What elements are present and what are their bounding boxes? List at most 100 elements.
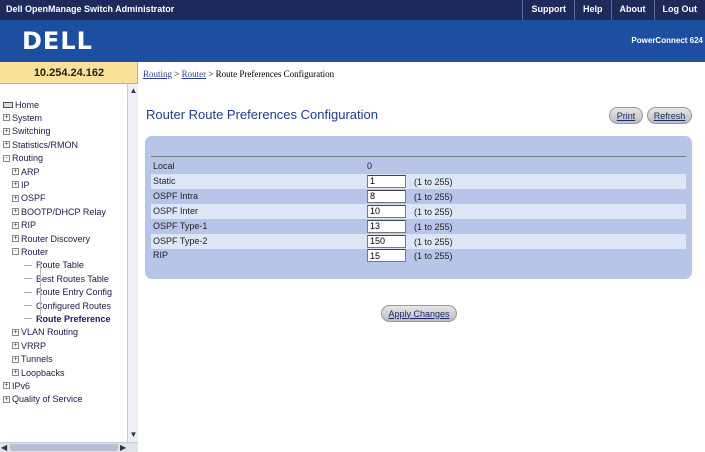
apply-changes-button[interactable]: Apply Changes [381,305,457,322]
sidebar-item-label: RIP [21,220,37,231]
breadcrumb-current: Route Preferences Configuration [215,69,335,79]
sidebar-vertical-scrollbar[interactable]: ▲ ▼ [127,84,138,442]
expand-icon[interactable]: + [12,355,19,363]
expand-icon[interactable]: + [12,235,19,242]
sidebar-item-route-entry-config[interactable]: Route Entry Config [24,286,112,299]
expand-icon[interactable]: + [12,221,19,229]
pref-label: RIP [153,250,169,261]
page-title: Router Route Preferences Configuration [146,107,378,122]
range-hint: (1 to 255) [414,206,453,217]
sidebar-item-tunnels[interactable]: + Tunnels [12,353,53,366]
sidebar-horizontal-scrollbar[interactable]: ◀ ▶ [0,442,138,452]
breadcrumb-router[interactable]: Router [182,69,207,79]
static-preference-input[interactable] [367,174,406,188]
sidebar-item-label: Route Table [36,260,84,271]
sidebar-item-best-routes-table[interactable]: Best Routes Table [24,272,109,285]
expand-icon[interactable]: + [12,328,19,336]
sidebar-item-router[interactable]: - Router [12,245,48,258]
sidebar-item-ip[interactable]: + IP [12,178,30,191]
sidebar-item-route-preference[interactable]: Route Preference [24,312,111,325]
help-link[interactable]: Help [573,0,611,20]
scroll-thumb[interactable] [10,444,118,451]
sidebar-item-home[interactable]: Home [3,98,39,111]
collapse-icon[interactable]: - [12,248,19,256]
sidebar-item-router-discovery[interactable]: + Router Discovery [12,232,90,245]
sidebar-item-switching[interactable]: + Switching [3,125,51,138]
ospf-type-2-preference-input[interactable] [367,234,406,248]
pref-label: Local [153,161,175,171]
sidebar-item-loopbacks[interactable]: + Loopbacks [12,366,65,379]
pref-row-ospf-type-1: OSPF Type-1 (1 to 255) [151,219,686,234]
top-links: Support Help About Log Out [522,0,705,20]
expand-icon[interactable]: + [12,181,19,189]
pref-row-ospf-inter: OSPF Inter (1 to 255) [151,203,686,219]
rip-preference-input[interactable] [367,249,406,263]
tree-line [24,278,32,280]
pref-value: 0 [367,161,373,171]
expand-icon[interactable]: + [3,114,10,122]
sidebar-item-label: VRRP [21,340,47,351]
refresh-button[interactable]: Refresh [647,107,692,124]
pref-label: OSPF Type-1 [153,220,208,231]
tree-line [24,318,32,320]
sidebar-item-label: Quality of Service [12,394,83,405]
expand-icon[interactable]: + [3,395,10,403]
expand-icon[interactable]: + [3,141,10,149]
support-link[interactable]: Support [522,0,574,20]
sidebar-item-label: IPv6 [12,380,31,391]
sidebar-item-routing[interactable]: - Routing [3,152,43,165]
sidebar-item-label: VLAN Routing [21,327,79,338]
ospf-type-1-preference-input[interactable] [367,219,406,233]
print-button[interactable]: Print [609,107,643,124]
ospf-inter-preference-input[interactable] [367,204,406,218]
sidebar-item-arp[interactable]: + ARP [12,165,40,178]
expand-icon[interactable]: + [3,127,10,135]
sidebar-item-vrrp[interactable]: + VRRP [12,339,46,352]
sidebar-item-label: Routing [12,153,44,164]
breadcrumb: Routing > Router > Route Preferences Con… [143,69,334,79]
expand-icon[interactable]: + [3,382,10,390]
expand-icon[interactable]: + [12,208,19,216]
expand-icon[interactable]: + [12,168,19,175]
scroll-left-icon[interactable]: ◀ [1,443,7,452]
breadcrumb-routing[interactable]: Routing [143,69,172,79]
top-bar: Dell OpenManage Switch Administrator Sup… [0,0,705,20]
expand-icon[interactable]: + [12,194,19,202]
scroll-up-icon[interactable]: ▲ [129,86,138,96]
sidebar-item-rip[interactable]: + RIP [12,219,36,232]
pref-label: OSPF Inter [153,205,199,216]
expand-icon[interactable]: + [12,369,19,376]
sidebar-item-route-table[interactable]: Route Table [24,259,84,272]
pref-row-local: Local 0 [151,159,686,174]
breadcrumb-separator: > [206,69,216,79]
scroll-right-icon[interactable]: ▶ [120,443,126,452]
scroll-down-icon[interactable]: ▼ [129,430,138,440]
range-hint: (1 to 255) [414,236,453,247]
logout-link[interactable]: Log Out [653,0,705,20]
sidebar-item-label: OSPF [21,193,46,204]
tree-guide-line [40,260,41,321]
expand-icon[interactable]: + [12,342,19,350]
banner: DELL PowerConnect 624 [0,20,705,62]
sidebar-item-statistics-rmon[interactable]: + Statistics/RMON [3,138,78,151]
pref-row-ospf-type-2: OSPF Type-2 (1 to 255) [151,233,686,249]
sidebar-item-vlan-routing[interactable]: + VLAN Routing [12,326,78,339]
range-hint: (1 to 255) [414,176,453,187]
tree-line [24,264,32,266]
dell-logo: DELL [22,27,93,55]
sidebar-item-ospf[interactable]: + OSPF [12,192,46,205]
sidebar-item-quality-of-service[interactable]: + Quality of Service [3,393,83,406]
sidebar-item-bootp-dhcp-relay[interactable]: + BOOTP/DHCP Relay [12,205,106,218]
ip-address-box: 10.254.24.162 [0,62,138,84]
range-hint: (1 to 255) [414,221,453,232]
ospf-intra-preference-input[interactable] [367,189,406,203]
collapse-icon[interactable]: - [3,154,10,162]
tree-line [24,291,32,293]
product-name: PowerConnect 624 [631,36,703,45]
about-link[interactable]: About [610,0,654,20]
sidebar-item-configured-routes[interactable]: Configured Routes [24,299,111,312]
sidebar-item-ipv6[interactable]: + IPv6 [3,379,30,392]
sidebar-item-label: Statistics/RMON [12,139,79,150]
sidebar-item-system[interactable]: + System [3,111,42,124]
pref-label: OSPF Type-2 [153,235,208,246]
